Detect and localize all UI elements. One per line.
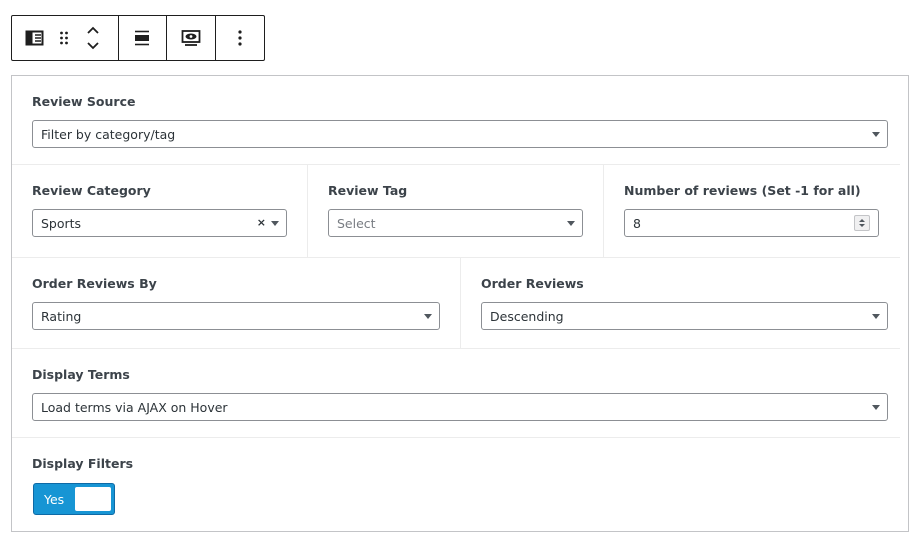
block-parent-icon[interactable] — [22, 16, 48, 60]
block-mover — [81, 16, 105, 60]
clear-icon[interactable]: × — [257, 216, 266, 229]
review-tag-select[interactable]: Select — [328, 209, 583, 237]
toolbar-group-block — [12, 16, 119, 60]
block-toolbar — [11, 15, 265, 61]
order-by-select[interactable]: Rating — [32, 302, 440, 330]
num-reviews-input[interactable]: 8 — [624, 209, 879, 237]
review-tag-placeholder: Select — [337, 215, 376, 231]
toggle-knob — [75, 487, 111, 511]
display-terms-label: Display Terms — [32, 367, 130, 382]
chevron-down-icon — [567, 221, 575, 226]
divider — [12, 257, 900, 258]
display-terms-value: Load terms via AJAX on Hover — [41, 399, 228, 415]
chevron-down-icon — [872, 132, 880, 137]
review-category-value: Sports — [41, 215, 82, 231]
display-terms-select[interactable]: Load terms via AJAX on Hover — [32, 393, 888, 421]
review-category-select[interactable]: Sports × — [32, 209, 287, 237]
divider — [307, 165, 308, 257]
divider — [12, 348, 900, 349]
review-settings-panel: Review Source Filter by category/tag Rev… — [11, 75, 909, 532]
review-category-label: Review Category — [32, 183, 151, 198]
toolbar-group-preview — [167, 16, 216, 60]
display-filters-label: Display Filters — [32, 456, 134, 471]
order-label: Order Reviews — [481, 276, 584, 291]
chevron-down-icon — [271, 221, 279, 226]
toggle-yes-label: Yes — [44, 492, 65, 507]
review-tag-label: Review Tag — [328, 183, 408, 198]
divider — [12, 437, 900, 438]
toolbar-group-more — [216, 16, 264, 60]
toolbar-group-align — [119, 16, 168, 60]
divider — [12, 164, 900, 165]
num-reviews-label: Number of reviews (Set -1 for all) — [624, 183, 861, 198]
review-source-label: Review Source — [32, 94, 136, 109]
chevron-down-icon — [872, 314, 880, 319]
divider — [603, 165, 604, 257]
move-down-icon[interactable] — [86, 38, 100, 54]
review-source-value: Filter by category/tag — [41, 126, 176, 142]
order-by-label: Order Reviews By — [32, 276, 157, 291]
number-spinner-icon[interactable] — [854, 215, 870, 231]
divider — [460, 258, 461, 348]
display-filters-toggle[interactable]: Yes — [33, 483, 115, 515]
preview-eye-icon[interactable] — [181, 29, 201, 47]
move-up-icon[interactable] — [86, 22, 100, 38]
drag-handle-icon[interactable] — [52, 16, 76, 60]
order-select[interactable]: Descending — [481, 302, 888, 330]
order-by-value: Rating — [41, 308, 82, 324]
chevron-down-icon — [424, 314, 432, 319]
order-value: Descending — [490, 308, 564, 324]
num-reviews-value: 8 — [633, 215, 641, 231]
chevron-down-icon — [872, 405, 880, 410]
align-icon[interactable] — [133, 29, 151, 47]
review-source-select[interactable]: Filter by category/tag — [32, 120, 888, 148]
more-options-icon[interactable] — [237, 29, 243, 47]
